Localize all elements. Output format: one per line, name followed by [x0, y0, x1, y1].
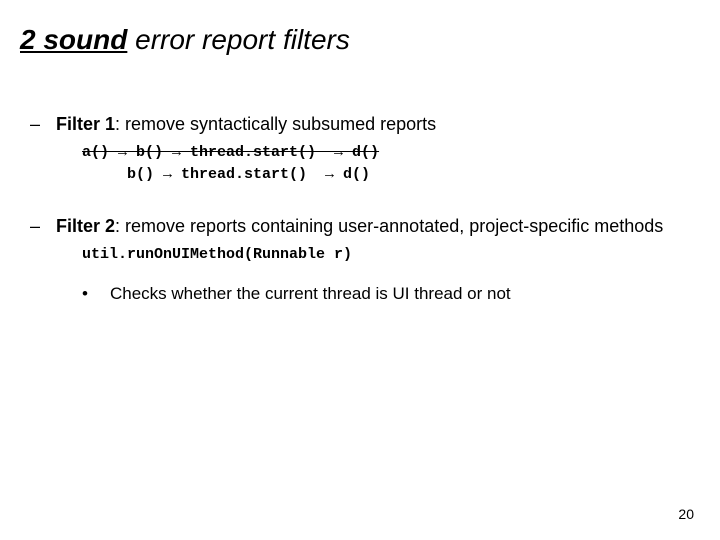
- filter-1-block: – Filter 1: remove syntactically subsume…: [30, 112, 710, 186]
- dot-bullet: •: [82, 284, 110, 304]
- filter-1-text: Filter 1: remove syntactically subsumed …: [56, 112, 436, 136]
- filter-2-subitem: • Checks whether the current thread is U…: [82, 284, 710, 304]
- filter-1-desc: : remove syntactically subsumed reports: [115, 114, 436, 134]
- filter-2-desc: : remove reports containing user-annotat…: [115, 216, 663, 236]
- filter-2-block: – Filter 2: remove reports containing us…: [30, 214, 710, 304]
- slide: 2 sound error report filters – Filter 1:…: [0, 0, 720, 540]
- page-number: 20: [678, 506, 694, 522]
- filter-1-label: Filter 1: [56, 114, 115, 134]
- title-emphasis: 2 sound: [20, 24, 127, 55]
- page-title: 2 sound error report filters: [20, 24, 350, 56]
- dash-bullet: –: [30, 112, 56, 136]
- dash-bullet: –: [30, 214, 56, 238]
- filter-2-heading: – Filter 2: remove reports containing us…: [30, 214, 710, 238]
- title-rest: error report filters: [127, 24, 350, 55]
- slide-body: – Filter 1: remove syntactically subsume…: [30, 112, 710, 310]
- filter-2-text: Filter 2: remove reports containing user…: [56, 214, 663, 238]
- filter-1-heading: – Filter 1: remove syntactically subsume…: [30, 112, 710, 136]
- filter-2-label: Filter 2: [56, 216, 115, 236]
- filter-2-code: util.runOnUIMethod(Runnable r): [82, 244, 710, 266]
- filter-2-subtext: Checks whether the current thread is UI …: [110, 284, 511, 304]
- filter-1-code-struck: a() → b() → thread.start() → d(): [82, 142, 710, 164]
- filter-2-code-line: util.runOnUIMethod(Runnable r): [82, 244, 710, 266]
- filter-1-code: a() → b() → thread.start() → d() b() → t…: [82, 142, 710, 186]
- filter-1-code-kept: b() → thread.start() → d(): [82, 164, 710, 186]
